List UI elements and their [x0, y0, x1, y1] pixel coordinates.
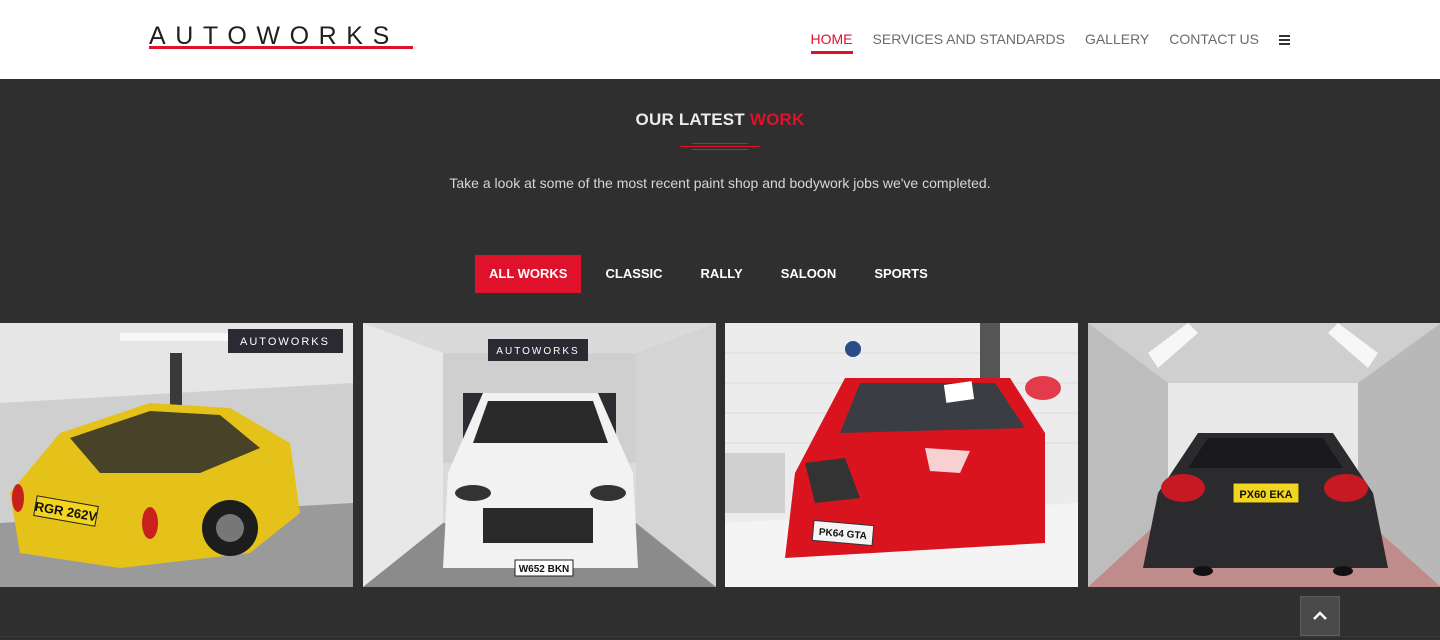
section-subtitle: Take a look at some of the most recent p… — [449, 175, 991, 191]
chevron-up-icon — [1313, 611, 1327, 620]
site-header: AUTOWORKS HOME SERVICES AND STANDARDS GA… — [0, 0, 1440, 79]
red-saloon-car-photo: PK64 GTA — [725, 323, 1078, 587]
gallery-item[interactable]: AUTOWORKS W652 BKN — [363, 323, 716, 587]
nav-item-gallery[interactable]: GALLERY — [1085, 31, 1149, 48]
work-gallery: AUTOWORKS RGR 262V AUTOWORKS W652 BKN PK… — [0, 323, 1440, 587]
title-divider — [680, 140, 760, 152]
license-plate: W652 BKN — [519, 564, 570, 575]
filter-classic[interactable]: CLASSIC — [591, 255, 676, 293]
black-sports-car-photo: PX60 EKA — [1088, 323, 1440, 587]
license-plate: PX60 EKA — [1239, 489, 1292, 501]
filter-saloon[interactable]: SALOON — [767, 255, 851, 293]
nav-item-home[interactable]: HOME — [810, 31, 853, 54]
nav-item-services[interactable]: SERVICES AND STANDARDS — [873, 31, 1065, 48]
portfolio-filters: ALL WORKS CLASSIC RALLY SALOON SPORTS — [475, 255, 952, 293]
back-to-top-button[interactable] — [1300, 596, 1340, 636]
gallery-item[interactable]: PX60 EKA — [1088, 323, 1440, 587]
white-rally-car-photo: AUTOWORKS W652 BKN — [363, 323, 716, 587]
yellow-classic-car-photo: AUTOWORKS RGR 262V — [0, 323, 353, 587]
title-accent: WORK — [749, 110, 805, 129]
gallery-item[interactable]: PK64 GTA — [725, 323, 1078, 587]
gallery-item[interactable]: AUTOWORKS RGR 262V — [0, 323, 353, 587]
filter-all-works[interactable]: ALL WORKS — [475, 255, 582, 293]
main-nav: HOME SERVICES AND STANDARDS GALLERY CONT… — [791, 31, 1290, 54]
booth-sign: AUTOWORKS — [496, 346, 579, 357]
section-bottom-line — [0, 636, 1440, 637]
filter-rally[interactable]: RALLY — [687, 255, 757, 293]
section-title: OUR LATEST WORK — [0, 110, 1440, 130]
filter-sports[interactable]: SPORTS — [860, 255, 941, 293]
logo-underline — [149, 46, 413, 49]
title-main: OUR LATEST — [635, 110, 750, 129]
booth-sign: AUTOWORKS — [240, 336, 330, 348]
autoworks-logo[interactable]: AUTOWORKS — [149, 24, 413, 52]
hamburger-icon[interactable] — [1279, 34, 1290, 45]
nav-item-contact[interactable]: CONTACT US — [1169, 31, 1259, 48]
